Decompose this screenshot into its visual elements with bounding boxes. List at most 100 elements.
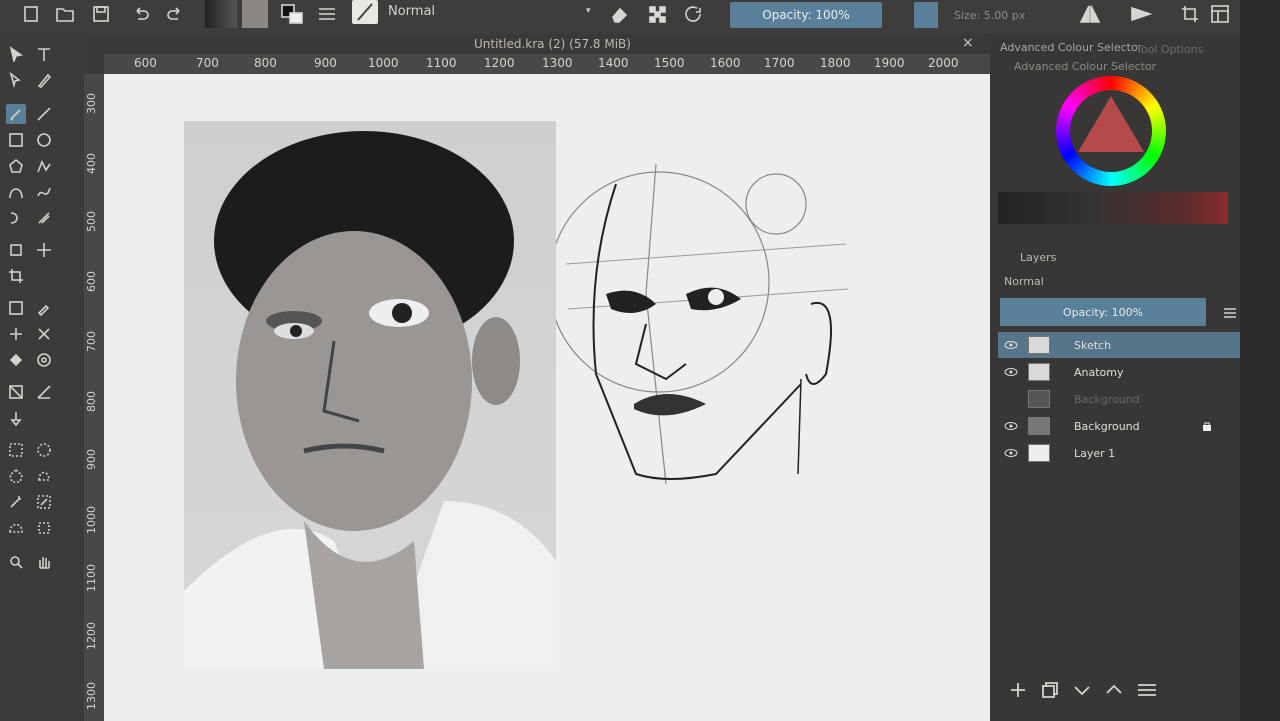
ruler-label: 1100 — [426, 56, 457, 70]
polygon-tool-icon[interactable] — [6, 156, 26, 176]
rectangle-tool-icon[interactable] — [6, 130, 26, 150]
duplicate-layer-icon[interactable] — [1040, 680, 1060, 700]
move-layer-up-icon[interactable] — [1104, 680, 1124, 700]
layer-name: Anatomy — [1074, 365, 1124, 379]
color-picker-icon[interactable] — [34, 298, 54, 318]
similar-select-icon[interactable] — [34, 492, 54, 512]
eye-icon[interactable] — [1004, 419, 1018, 433]
mirror-vertical-icon[interactable] — [1128, 0, 1154, 28]
ruler-label: 800 — [85, 391, 98, 412]
blend-mode-select[interactable]: Normal — [388, 4, 435, 19]
multibrush-icon[interactable] — [34, 208, 54, 228]
layer-blend-mode-select[interactable]: Normal — [1004, 275, 1044, 288]
ruler-label: 1000 — [368, 56, 399, 70]
ellipse-tool-icon[interactable] — [34, 130, 54, 150]
tab-colour-selector[interactable]: Advanced Colour Selector — [1000, 41, 1142, 54]
mirror-horizontal-icon[interactable] — [1078, 0, 1102, 28]
add-layer-icon[interactable] — [1008, 680, 1028, 700]
pan-tool-icon[interactable] — [34, 552, 54, 572]
edit-shapes-icon[interactable] — [6, 70, 26, 90]
layer-opacity-slider[interactable]: Opacity: 100% — [1000, 298, 1206, 326]
transform-tool-icon[interactable] — [6, 240, 26, 260]
brush-size-slider[interactable]: Size: 5.00 px — [954, 9, 1025, 22]
document-tab[interactable]: Untitled.kra (2) (57.8 MiB) × — [84, 34, 990, 54]
eye-icon[interactable] — [1004, 338, 1018, 352]
eraser-icon[interactable] — [608, 0, 632, 28]
right-docker: Advanced Colour Selector Tool Options Ad… — [990, 34, 1256, 721]
new-document-icon[interactable] — [20, 0, 42, 28]
layer-item-layer-1[interactable]: Layer 1 — [998, 440, 1246, 466]
measure-tool-icon[interactable] — [34, 382, 54, 402]
rect-select-icon[interactable] — [6, 440, 26, 460]
zoom-tool-icon[interactable] — [6, 552, 26, 572]
move-layer-down-icon[interactable] — [1072, 680, 1092, 700]
document-title: Untitled.kra (2) (57.8 MiB) — [474, 37, 631, 51]
freehand-brush-icon[interactable] — [6, 104, 26, 124]
opacity-slider[interactable]: Opacity: 100% — [730, 2, 882, 28]
reload-preset-icon[interactable] — [682, 0, 706, 28]
brush-preset-icon[interactable] — [352, 0, 378, 24]
enclose-fill-icon[interactable] — [34, 350, 54, 370]
assistant-tool-icon[interactable] — [6, 382, 26, 402]
layer-toolbar — [1008, 680, 1158, 700]
smart-patch-icon[interactable] — [34, 324, 54, 344]
eye-icon[interactable] — [1004, 446, 1018, 460]
bezier-select-icon[interactable] — [6, 518, 26, 538]
ruler-label: 2000 — [928, 56, 959, 70]
ruler-label: 1900 — [874, 56, 905, 70]
line-tool-icon[interactable] — [34, 104, 54, 124]
bezier-tool-icon[interactable] — [6, 182, 26, 202]
layer-item-sketch[interactable]: Sketch — [998, 332, 1246, 358]
drawing-canvas[interactable] — [104, 74, 990, 721]
ruler-label: 1700 — [764, 56, 795, 70]
freehand-path-icon[interactable] — [34, 182, 54, 202]
layer-item-background-hidden[interactable]: Background — [998, 386, 1246, 412]
fg-bg-color-icon[interactable] — [278, 0, 306, 28]
layer-name: Sketch — [1074, 338, 1112, 352]
ruler-horizontal: 600 700 800 900 1000 1100 1200 1300 1400… — [104, 54, 990, 74]
magnetic-select-icon[interactable] — [34, 518, 54, 538]
eye-icon[interactable] — [1004, 365, 1018, 379]
crop-icon[interactable] — [1178, 0, 1202, 28]
undo-icon[interactable] — [130, 0, 152, 28]
gradient-preview[interactable] — [205, 0, 237, 28]
gradient-tool-icon[interactable] — [6, 298, 26, 318]
redo-icon[interactable] — [164, 0, 186, 28]
workspace-icon[interactable] — [1208, 0, 1232, 28]
foreground-color-swatch[interactable] — [914, 2, 938, 28]
ellipse-select-icon[interactable] — [34, 440, 54, 460]
colorize-mask-icon[interactable] — [6, 324, 26, 344]
calligraphy-icon[interactable] — [34, 70, 54, 90]
polyline-tool-icon[interactable] — [34, 156, 54, 176]
brush-settings-icon[interactable] — [316, 0, 338, 28]
chevron-down-icon[interactable]: ▾ — [586, 6, 591, 16]
pattern-preview[interactable] — [242, 0, 268, 28]
menu-icon[interactable] — [1222, 306, 1238, 320]
text-tool-icon[interactable] — [34, 44, 54, 64]
dynamic-brush-icon[interactable] — [6, 208, 26, 228]
layer-properties-icon[interactable] — [1136, 680, 1158, 700]
color-history-strip[interactable] — [998, 192, 1228, 224]
close-icon[interactable]: × — [962, 35, 974, 51]
reference-tool-icon[interactable] — [6, 408, 26, 428]
crop-tool-icon[interactable] — [6, 266, 26, 286]
fill-tool-icon[interactable] — [6, 350, 26, 370]
ruler-label: 900 — [314, 56, 337, 70]
ruler-label: 1400 — [598, 56, 629, 70]
layer-thumbnail — [1028, 444, 1050, 462]
color-wheel[interactable] — [1056, 76, 1166, 186]
layer-item-background[interactable]: Background — [998, 413, 1246, 439]
lock-icon[interactable] — [1202, 421, 1212, 431]
select-shapes-icon[interactable] — [6, 44, 26, 64]
reference-photo — [184, 121, 556, 669]
save-icon[interactable] — [90, 0, 112, 28]
layer-thumbnail — [1028, 417, 1050, 435]
polygon-select-icon[interactable] — [6, 466, 26, 486]
move-tool-icon[interactable] — [34, 240, 54, 260]
open-folder-icon[interactable] — [54, 0, 76, 28]
tab-tool-options[interactable]: Tool Options — [1136, 43, 1203, 56]
alpha-lock-icon[interactable] — [646, 0, 670, 28]
layer-item-anatomy[interactable]: Anatomy — [998, 359, 1246, 385]
magic-wand-icon[interactable] — [6, 492, 26, 512]
freehand-select-icon[interactable] — [34, 466, 54, 486]
